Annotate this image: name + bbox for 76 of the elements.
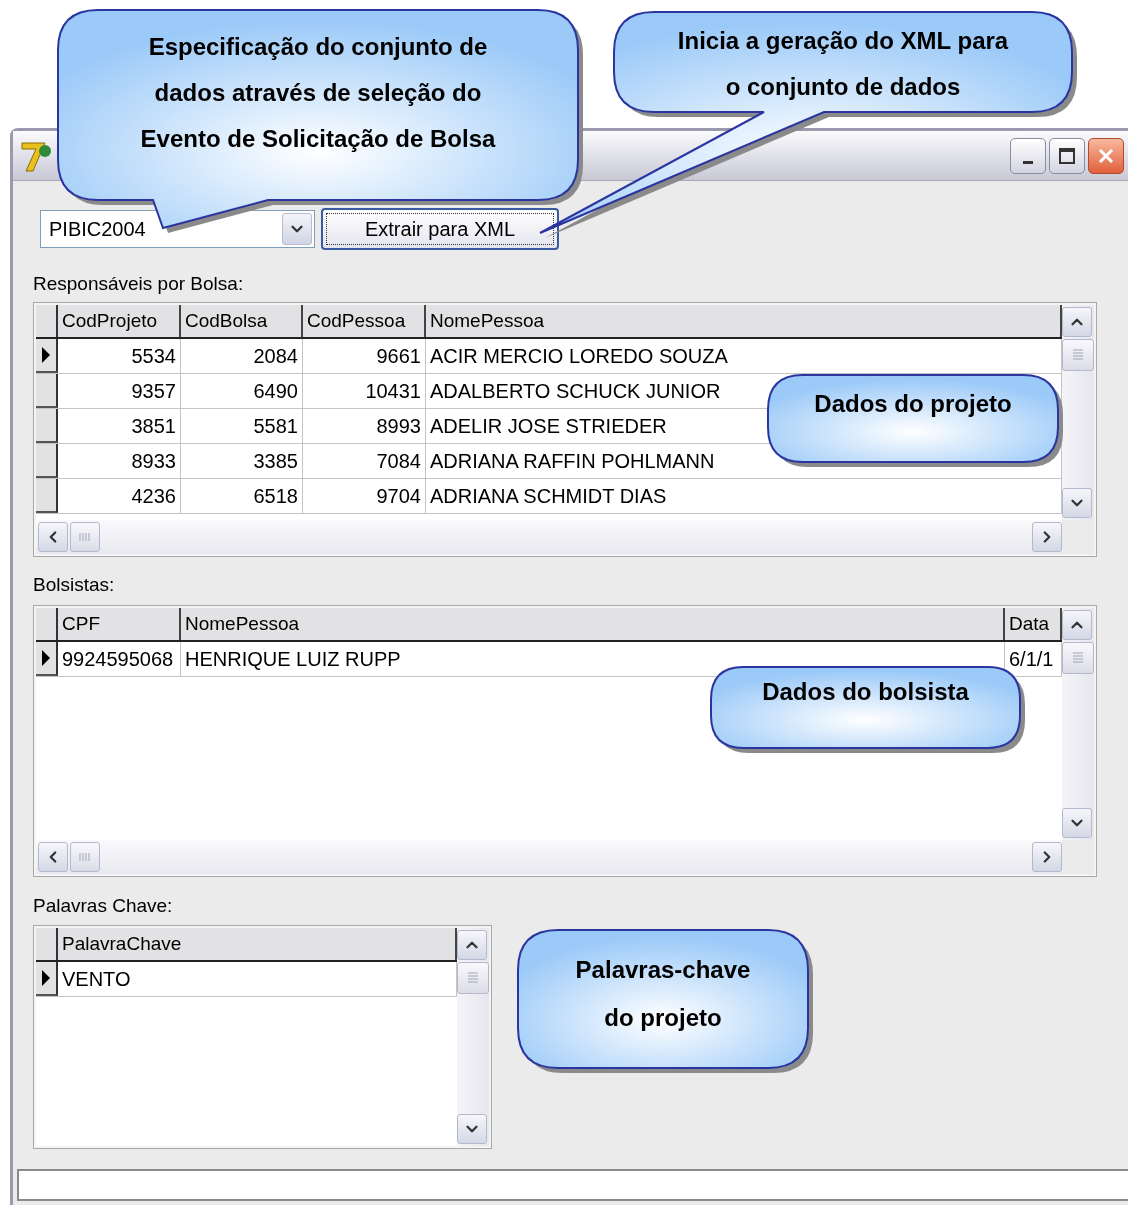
scrollbar-corner [1062,840,1094,874]
table-cell: 6518 [181,479,303,513]
close-icon [1097,146,1115,165]
grid-label: Bolsistas: [33,574,116,596]
scroll-thumb[interactable] [457,962,489,994]
table-cell: 2084 [181,339,303,373]
table-cell: 5581 [181,409,303,443]
table-cell: 8993 [303,409,426,443]
table-cell: 5534 [58,339,181,373]
grip-icon [467,972,479,984]
vertical-scrollbar[interactable] [1062,305,1094,520]
column-header[interactable]: NomePessoa [181,608,1005,640]
data-grid[interactable]: PalavraChave VENTO [33,925,492,1149]
grid-label: Palavras Chave: [33,895,174,917]
table-cell: 9661 [303,339,426,373]
column-header[interactable]: CodProjeto [58,305,181,337]
current-row-icon [41,346,51,364]
scrollbar-corner [1062,520,1094,554]
row-indicator[interactable] [36,339,58,373]
table-cell: 8933 [58,444,181,478]
table-cell: 10431 [303,374,426,408]
table-cell: 3851 [58,409,181,443]
table-cell: 9704 [303,479,426,513]
scroll-right-button[interactable] [1032,842,1062,872]
table-cell: 9924595068 [58,642,181,676]
scroll-down-button[interactable] [1062,808,1092,838]
row-indicator[interactable] [36,444,58,478]
scroll-left-button[interactable] [38,842,68,872]
callout-text: Dados do bolsista [762,677,969,707]
minimize-icon [1023,161,1033,164]
scroll-thumb[interactable] [1062,339,1094,371]
table-cell: 7084 [303,444,426,478]
scroll-right-button[interactable] [1032,522,1062,552]
scroll-up-button[interactable] [1062,610,1092,640]
scroll-up-button[interactable] [1062,307,1092,337]
scroll-down-button[interactable] [457,1114,487,1144]
grip-icon [79,531,91,543]
table-cell: 6490 [181,374,303,408]
maximize-icon [1058,146,1076,165]
row-indicator[interactable] [36,374,58,408]
callout-text: Palavras-chave do projeto [575,955,751,1033]
scroll-thumb[interactable] [70,522,100,552]
maximize-button[interactable] [1049,137,1085,174]
grid-label: Responsáveis por Bolsa: [33,273,245,295]
callout-text: Inicia a geração do XML para o conjunto de dados [677,26,1009,102]
minimize-button[interactable] [1010,137,1046,174]
row-indicator[interactable] [36,409,58,443]
event-field[interactable]: PIBIC2004 [47,216,282,242]
row-indicator[interactable] [36,479,58,513]
table-cell: 9357 [58,374,181,408]
vertical-scrollbar[interactable] [1062,608,1094,840]
dropdown-button[interactable] [282,213,312,245]
row-indicator[interactable] [36,962,58,996]
scroll-thumb[interactable] [70,842,100,872]
extract-xml-button[interactable]: Extrair para XML [321,208,559,250]
callout-text: Especificação do conjunto de dados através de seleção do Evento de Solicitação de Bolsa [140,32,496,154]
horizontal-scrollbar[interactable] [36,520,1062,554]
column-header[interactable]: CodBolsa [181,305,303,337]
scroll-thumb[interactable] [1062,642,1094,674]
table-cell: 4236 [58,479,181,513]
grip-icon [1072,349,1084,361]
scroll-up-button[interactable] [457,930,487,960]
grip-icon [1072,652,1084,664]
grip-icon [79,851,91,863]
current-row-icon [41,969,51,987]
close-button[interactable] [1088,137,1124,174]
scroll-down-button[interactable] [1062,488,1092,518]
data-grid[interactable] [33,302,1097,557]
horizontal-scrollbar[interactable] [36,840,1062,874]
current-row-icon [41,649,51,667]
column-header[interactable]: CodPessoa [303,305,426,337]
row-indicator[interactable] [36,642,58,676]
scroll-left-button[interactable] [38,522,68,552]
table-cell: 3385 [181,444,303,478]
column-header[interactable]: CPF [58,608,181,640]
vertical-scrollbar[interactable] [457,928,489,1146]
